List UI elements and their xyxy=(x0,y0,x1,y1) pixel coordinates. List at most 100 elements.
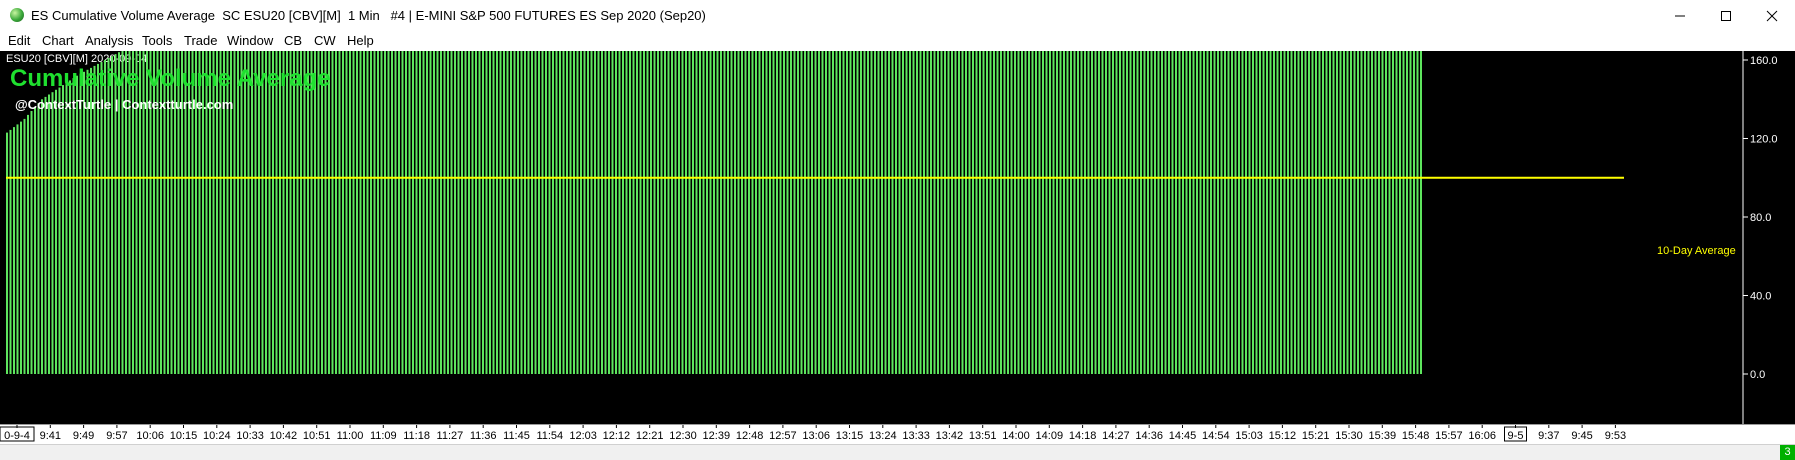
menu-cw[interactable]: CW xyxy=(314,33,336,48)
volume-bar xyxy=(576,0,579,374)
x-tick-label: 15:39 xyxy=(1369,430,1397,442)
volume-bar xyxy=(804,0,806,375)
maximize-icon xyxy=(1721,10,1731,21)
volume-bar xyxy=(1220,0,1223,374)
x-tick-label: 10:15 xyxy=(170,430,198,442)
volume-bar xyxy=(475,0,477,374)
y-axis[interactable]: -40.00.040.080.0120.0160.0200.0240.0280.… xyxy=(1743,51,1778,460)
app-globe-icon[interactable] xyxy=(10,8,24,22)
volume-bar xyxy=(597,0,600,374)
volume-bar xyxy=(1346,0,1349,375)
volume-bar xyxy=(1409,0,1412,375)
volume-bar xyxy=(370,0,372,375)
x-tick-label: 9:45 xyxy=(1571,430,1592,442)
volume-bar xyxy=(394,0,397,375)
volume-bar xyxy=(1056,0,1058,375)
x-tick-label: 14:27 xyxy=(1102,430,1130,442)
menu-edit[interactable]: Edit xyxy=(8,33,30,48)
volume-bar xyxy=(1087,0,1090,374)
volume-bar xyxy=(923,0,925,374)
volume-bar xyxy=(433,0,435,375)
volume-bar xyxy=(338,0,341,374)
volume-bar xyxy=(1255,0,1258,374)
x-tick-label: 10:51 xyxy=(303,430,331,442)
volume-bar xyxy=(58,87,61,374)
volume-bar xyxy=(811,0,813,374)
x-tick-label: 12:21 xyxy=(636,430,664,442)
minimize-button[interactable] xyxy=(1657,0,1703,31)
volume-bar xyxy=(380,0,383,374)
volume-bar xyxy=(1000,0,1002,374)
volume-bar xyxy=(961,0,964,374)
time-axis[interactable]: 0-9-4 9:41 9:49 9:57 10:06 10:15 10:24 10:33 10:… xyxy=(0,424,1795,444)
menu-window[interactable]: Window xyxy=(227,33,273,48)
volume-bar xyxy=(251,44,253,375)
volume-bar xyxy=(520,0,523,374)
volume-bar xyxy=(272,26,274,374)
maximize-button[interactable] xyxy=(1703,0,1749,31)
volume-bar xyxy=(62,85,64,374)
x-tick-label: 15:48 xyxy=(1402,430,1430,442)
volume-bar xyxy=(744,0,747,374)
volume-bar xyxy=(503,0,505,374)
menu-cb[interactable]: CB xyxy=(284,33,302,48)
volume-bar xyxy=(1388,0,1391,374)
x-tick-label: 9:41 xyxy=(40,430,61,442)
volume-bar xyxy=(1073,0,1076,375)
menu-analysis[interactable]: Analysis xyxy=(85,33,133,48)
volume-bar xyxy=(902,0,904,374)
x-tick-label: 15:30 xyxy=(1335,430,1363,442)
volume-bar xyxy=(765,0,768,374)
volume-bar xyxy=(650,0,652,374)
volume-bar xyxy=(863,0,866,374)
x-tick-label: 11:36 xyxy=(470,430,497,442)
menu-trade[interactable]: Trade xyxy=(184,33,217,48)
menu-tools[interactable]: Tools xyxy=(142,33,172,48)
volume-bar xyxy=(947,0,950,374)
menu-chart[interactable]: Chart xyxy=(42,33,74,48)
volume-bar xyxy=(1287,0,1289,375)
chart-area[interactable]: ESU20 [CBV][M] 2020-09-04 -40.00.040.080… xyxy=(0,0,1795,460)
volume-bar xyxy=(891,0,894,374)
volume-bar xyxy=(1084,0,1086,375)
volume-bar xyxy=(877,0,880,374)
x-tick-label: 13:33 xyxy=(902,430,930,442)
x-tick-label: 0-9-4 xyxy=(4,430,30,442)
volume-bar xyxy=(268,29,271,374)
volume-bar xyxy=(706,0,708,374)
x-tick-label: 9:57 xyxy=(106,430,127,442)
x-tick-label: 12:57 xyxy=(769,430,797,442)
volume-bar xyxy=(1098,0,1100,374)
volume-bar xyxy=(454,0,456,375)
volume-bar xyxy=(1161,0,1163,374)
volume-bar xyxy=(618,0,621,374)
volume-bar xyxy=(513,0,516,374)
chart-canvas[interactable]: ESU20 [CBV][M] 2020-09-04 -40.00.040.080… xyxy=(0,0,1795,460)
volume-bar xyxy=(415,0,418,375)
menu-help[interactable]: Help xyxy=(347,33,374,48)
volume-bar xyxy=(982,0,985,374)
volume-bar xyxy=(552,0,554,374)
x-tick-label: 13:42 xyxy=(936,430,964,442)
volume-bar xyxy=(548,0,551,374)
volume-bar xyxy=(590,0,593,375)
volume-bar xyxy=(692,0,694,374)
volume-bar xyxy=(1091,0,1093,375)
volume-bar xyxy=(800,0,803,374)
volume-bar xyxy=(657,0,659,374)
volume-bar xyxy=(685,0,687,375)
volume-bar xyxy=(958,0,960,375)
volume-bar xyxy=(734,0,736,375)
volume-bar xyxy=(391,0,393,374)
volume-bar xyxy=(555,0,558,374)
volume-bar xyxy=(828,0,831,374)
volume-bar xyxy=(730,0,733,374)
volume-bar xyxy=(1290,0,1293,374)
close-button[interactable] xyxy=(1749,0,1795,31)
volume-bar xyxy=(849,0,852,374)
volume-bar xyxy=(1402,0,1405,374)
x-tick-label: 10:24 xyxy=(203,430,231,442)
x-tick-label: 12:39 xyxy=(703,430,731,442)
volume-bar xyxy=(65,82,68,375)
volume-bar xyxy=(702,0,705,375)
